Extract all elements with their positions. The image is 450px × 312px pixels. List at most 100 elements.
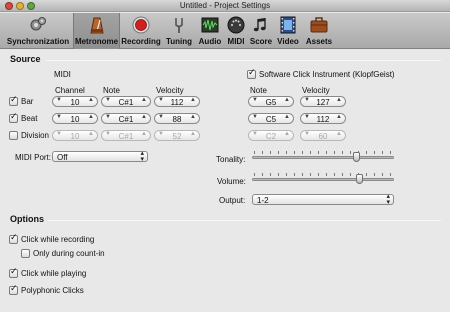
tonality-label: Tonality:: [216, 155, 246, 164]
window-title: Untitled - Project Settings: [179, 1, 271, 10]
bar-checkbox[interactable]: [9, 95, 18, 106]
decrement-arrow-icon[interactable]: ▼: [252, 131, 258, 137]
tab-label: Synchronization: [6, 37, 70, 46]
tab-video[interactable]: Video: [275, 13, 301, 49]
decrement-arrow-icon[interactable]: ▼: [304, 97, 310, 103]
bar-label: Bar: [21, 97, 34, 106]
midi-port-popup[interactable]: Off ▴ ▾: [52, 150, 148, 163]
beat-channel-stepper[interactable]: ▼ 10 ▲: [52, 113, 98, 124]
click-while-playing-label: Click while playing: [21, 269, 87, 278]
tab-midi[interactable]: MIDI: [225, 13, 247, 49]
bar-channel-stepper[interactable]: ▼ 10 ▲: [52, 96, 98, 107]
stepper-value: 112: [170, 98, 184, 107]
decrement-arrow-icon[interactable]: ▼: [252, 114, 258, 120]
decrement-arrow-icon[interactable]: ▼: [105, 131, 111, 137]
tab-label: Video: [277, 37, 299, 46]
popup-value: Off: [57, 153, 68, 162]
midi-connector-icon: [227, 16, 245, 34]
tonality-slider[interactable]: [252, 151, 394, 164]
beat-sw-velocity-stepper[interactable]: ▼ 112 ▲: [300, 113, 346, 124]
increment-arrow-icon[interactable]: ▲: [284, 97, 290, 103]
increment-arrow-icon[interactable]: ▲: [88, 131, 94, 137]
decrement-arrow-icon[interactable]: ▼: [105, 114, 111, 120]
beat-note-stepper[interactable]: ▼ C#1 ▲: [101, 113, 151, 124]
stepper-value: C2: [265, 132, 277, 141]
tab-synchronization[interactable]: Synchronization: [4, 13, 72, 49]
tab-label: Recording: [121, 37, 161, 46]
beat-checkbox[interactable]: [9, 112, 18, 123]
tab-score[interactable]: Score: [249, 13, 273, 49]
tab-label: Tuning: [165, 37, 193, 46]
stepper-value: C#1: [118, 115, 134, 124]
tab-audio[interactable]: Audio: [197, 13, 223, 49]
decrement-arrow-icon[interactable]: ▼: [304, 131, 310, 137]
record-icon: [132, 16, 150, 34]
tab-label: Score: [249, 37, 273, 46]
popup-value: 1-2: [257, 196, 269, 205]
tab-assets[interactable]: Assets: [303, 13, 335, 49]
decrement-arrow-icon[interactable]: ▼: [56, 131, 62, 137]
stepper-value: 10: [70, 132, 80, 141]
decrement-arrow-icon[interactable]: ▼: [252, 97, 258, 103]
increment-arrow-icon[interactable]: ▲: [190, 97, 196, 103]
decrement-arrow-icon[interactable]: ▼: [304, 114, 310, 120]
slider-knob[interactable]: [355, 174, 363, 184]
beat-velocity-stepper[interactable]: ▼ 88 ▲: [154, 113, 200, 124]
increment-arrow-icon[interactable]: ▲: [336, 131, 342, 137]
increment-arrow-icon[interactable]: ▲: [284, 131, 290, 137]
decrement-arrow-icon[interactable]: ▼: [56, 97, 62, 103]
slider-knob[interactable]: [352, 152, 360, 162]
decrement-arrow-icon[interactable]: ▼: [158, 131, 164, 137]
polyphonic-clicks-checkbox[interactable]: [9, 284, 18, 295]
increment-arrow-icon[interactable]: ▲: [284, 114, 290, 120]
tuning-fork-icon: [175, 18, 183, 33]
increment-arrow-icon[interactable]: ▲: [190, 114, 196, 120]
software-click-checkbox[interactable]: [247, 68, 256, 79]
increment-arrow-icon[interactable]: ▲: [88, 114, 94, 120]
increment-arrow-icon[interactable]: ▲: [141, 131, 147, 137]
increment-arrow-icon[interactable]: ▲: [336, 114, 342, 120]
bar-note-stepper[interactable]: ▼ C#1 ▲: [101, 96, 151, 107]
volume-slider[interactable]: [252, 173, 394, 186]
click-while-recording-label: Click while recording: [21, 235, 95, 244]
beat-sw-note-stepper[interactable]: ▼ C5 ▲: [248, 113, 294, 124]
tab-label: MIDI: [227, 37, 245, 46]
click-while-playing-checkbox[interactable]: [9, 267, 18, 278]
decrement-arrow-icon[interactable]: ▼: [158, 114, 164, 120]
division-checkbox[interactable]: [9, 131, 18, 140]
decrement-arrow-icon[interactable]: ▼: [105, 97, 111, 103]
only-during-count-in-checkbox[interactable]: [21, 249, 30, 258]
tab-recording[interactable]: Recording: [121, 13, 161, 49]
stepper-value: C#1: [118, 98, 134, 107]
division-note-stepper[interactable]: ▼ C#1 ▲: [101, 130, 151, 141]
division-sw-note-stepper[interactable]: ▼ C2 ▲: [248, 130, 294, 141]
increment-arrow-icon[interactable]: ▲: [336, 97, 342, 103]
bar-velocity-stepper[interactable]: ▼ 112 ▲: [154, 96, 200, 107]
tab-metronome[interactable]: Metronome: [73, 13, 120, 49]
output-popup[interactable]: 1-2 ▴ ▾: [252, 193, 394, 206]
decrement-arrow-icon[interactable]: ▼: [56, 114, 62, 120]
options-section-title: Options: [10, 214, 44, 224]
slider-track: [252, 178, 394, 181]
click-while-recording-checkbox[interactable]: [9, 233, 18, 244]
increment-arrow-icon[interactable]: ▲: [190, 131, 196, 137]
synchronization-gears-icon: [30, 17, 46, 31]
tab-label: Metronome: [74, 37, 119, 46]
video-film-icon: [280, 16, 296, 34]
increment-arrow-icon[interactable]: ▲: [141, 114, 147, 120]
slider-ticks: [254, 151, 392, 154]
division-sw-velocity-stepper[interactable]: ▼ 60 ▲: [300, 130, 346, 141]
bar-sw-velocity-stepper[interactable]: ▼ 127 ▲: [300, 96, 346, 107]
increment-arrow-icon[interactable]: ▲: [88, 97, 94, 103]
increment-arrow-icon[interactable]: ▲: [141, 97, 147, 103]
bar-sw-note-stepper[interactable]: ▼ G5 ▲: [248, 96, 294, 107]
slider-ticks: [254, 173, 392, 176]
source-divider: [45, 60, 441, 61]
stepper-value: C#1: [118, 132, 134, 141]
division-channel-stepper[interactable]: ▼ 10 ▲: [52, 130, 98, 141]
tab-tuning[interactable]: Tuning: [163, 13, 195, 49]
decrement-arrow-icon[interactable]: ▼: [158, 97, 164, 103]
division-velocity-stepper[interactable]: ▼ 52 ▲: [154, 130, 200, 141]
tab-label: Audio: [198, 37, 222, 46]
midi-header: MIDI: [54, 70, 71, 79]
